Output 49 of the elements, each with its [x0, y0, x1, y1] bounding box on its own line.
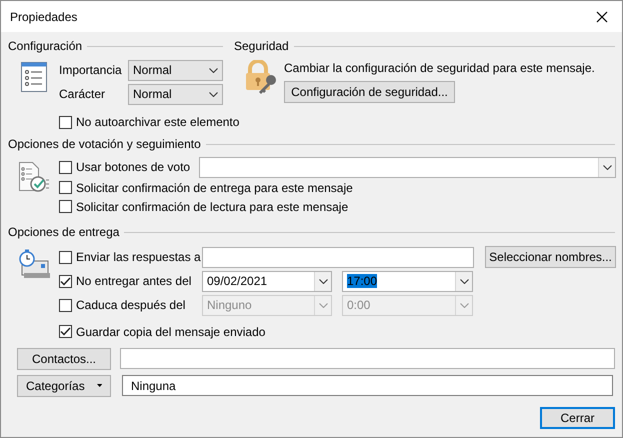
categories-button[interactable]: Categorías: [17, 374, 111, 396]
security-description: Cambiar la configuración de seguridad para este mensaje.: [284, 61, 596, 75]
categories-field[interactable]: Ninguna: [122, 375, 613, 396]
checkbox-label: No entregar antes del: [76, 274, 192, 288]
close-icon: [596, 10, 608, 22]
section-title: Seguridad: [234, 39, 289, 53]
checkbox-label: Usar botones de voto: [76, 160, 190, 174]
contacts-field[interactable]: [120, 348, 615, 369]
chevron-down-icon: [318, 302, 328, 308]
chevron-down-icon: [460, 302, 468, 308]
chevron-down-icon: [209, 68, 218, 72]
list-document-icon: [20, 62, 46, 92]
checkbox-label: Caduca después del: [76, 298, 186, 312]
field-value: Ninguna: [131, 378, 176, 392]
close-dialog-button[interactable]: Cerrar: [540, 407, 615, 429]
caret-icon: [96, 383, 102, 388]
reply-to-field[interactable]: [202, 246, 474, 268]
contacts-button[interactable]: Contactos...: [17, 348, 111, 370]
dropdown[interactable]: Normal: [128, 84, 223, 104]
window-title: Propiedades: [10, 10, 78, 24]
checkbox[interactable]: [59, 116, 72, 128]
date-dropdown[interactable]: 09/02/2021: [202, 270, 332, 292]
select-names-button[interactable]: Seleccionar nombres...: [485, 246, 616, 268]
checkbox-label: Solicitar confirmación de entrega para este mensaje: [76, 180, 353, 194]
checkbox[interactable]: [59, 160, 72, 174]
time-dropdown[interactable]: 17:00: [342, 270, 473, 292]
checkbox[interactable]: [59, 200, 72, 213]
checkbox-label: No autoarchivar este elemento: [76, 115, 240, 129]
checkbox[interactable]: [59, 181, 72, 194]
stopwatch-envelope-icon: [18, 249, 50, 279]
field-label: Carácter: [59, 87, 106, 101]
checkbox[interactable]: [59, 274, 72, 288]
section-title: Opciones de entrega: [8, 225, 120, 239]
security-settings-button[interactable]: Configuración de seguridad...: [284, 81, 455, 103]
chevron-down-icon: [602, 164, 612, 170]
chevron-down-icon: [209, 92, 218, 96]
checklist-document-icon: [18, 162, 50, 193]
dropdown[interactable]: Normal: [128, 60, 223, 80]
checkbox-label: Guardar copia del mensaje enviado: [76, 324, 266, 338]
checkbox[interactable]: [59, 250, 72, 264]
field-label: Importancia: [59, 63, 123, 77]
checkbox[interactable]: [59, 325, 72, 338]
checkbox-label: Enviar las respuestas a: [76, 250, 201, 264]
chevron-down-icon: [318, 278, 328, 284]
lock-key-icon: [244, 60, 278, 94]
section-title: Opciones de votación y seguimiento: [8, 137, 201, 151]
chevron-down-icon: [460, 278, 468, 284]
section-title: Configuración: [8, 39, 82, 53]
checkbox-label: Solicitar confirmación de lectura para este mensaje: [76, 200, 348, 214]
